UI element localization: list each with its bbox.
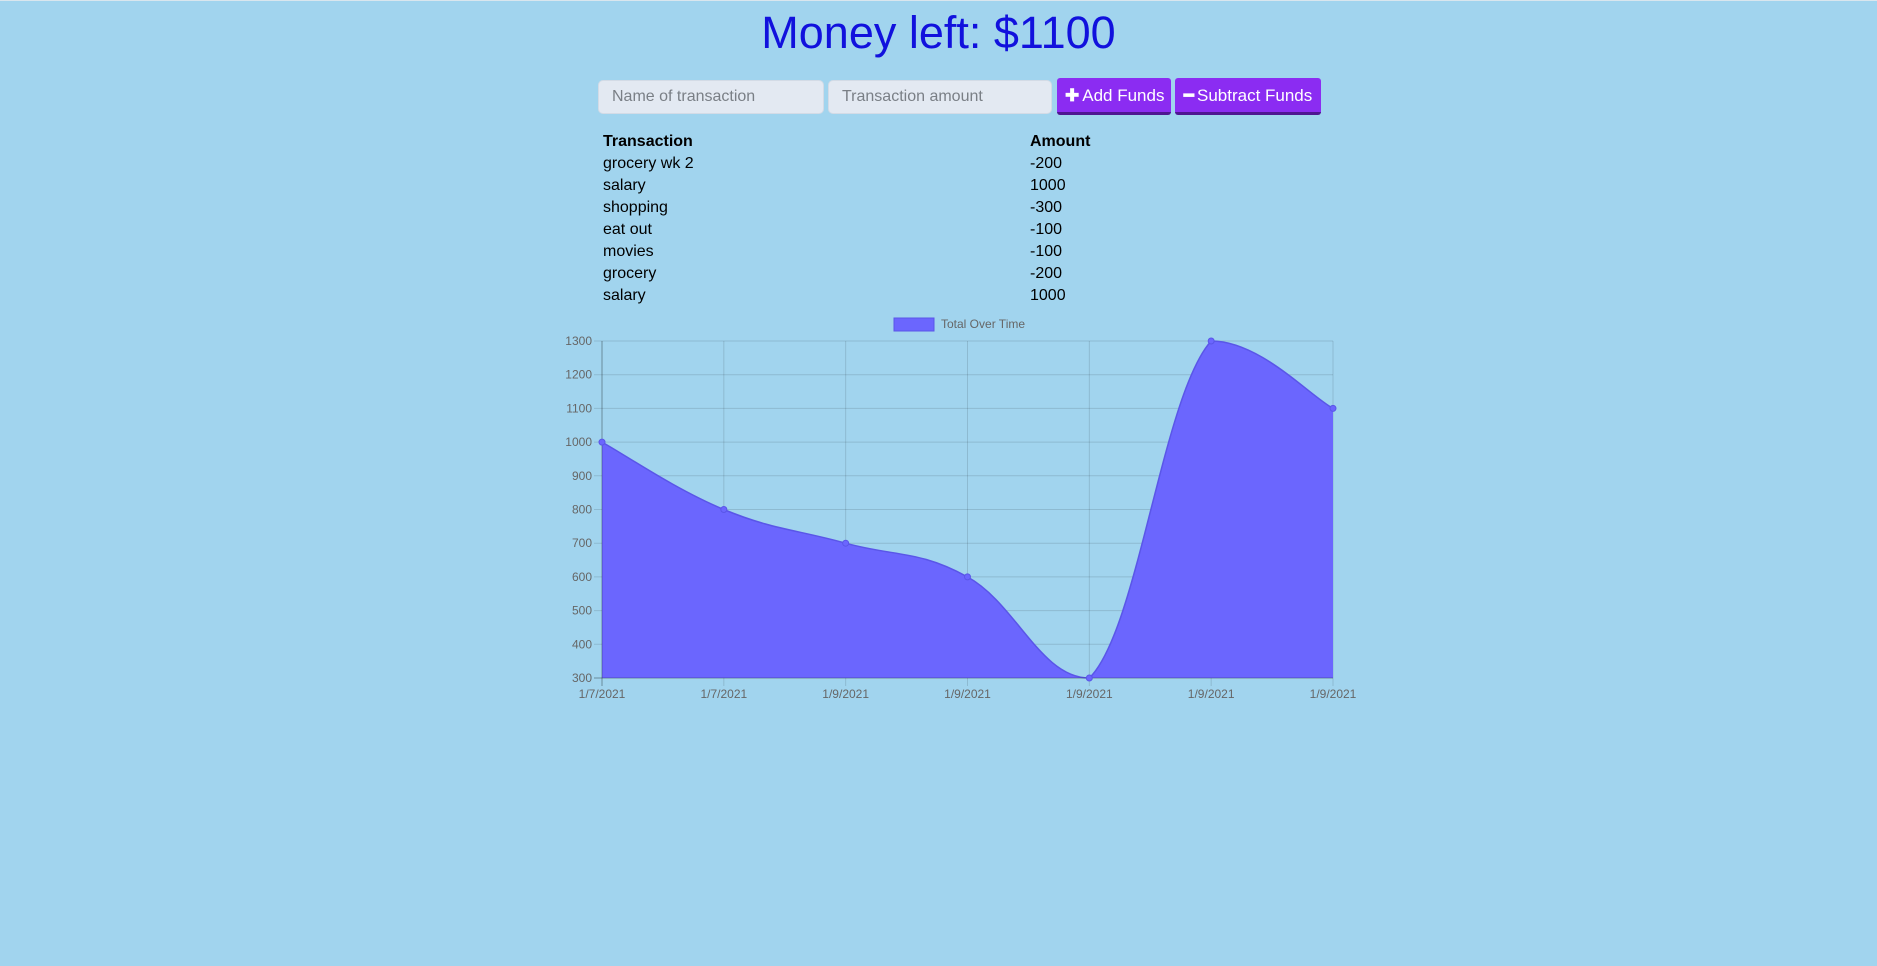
y-tick-label: 1000 — [565, 435, 592, 449]
data-point — [1085, 674, 1093, 682]
y-tick-label: 600 — [572, 570, 592, 584]
legend-swatch — [893, 317, 935, 332]
data-point — [1207, 337, 1215, 345]
x-tick-label: 1/9/2021 — [1066, 687, 1113, 701]
y-tick-label: 700 — [572, 536, 592, 550]
data-point — [842, 539, 850, 547]
y-tick-label: 800 — [572, 503, 592, 517]
y-tick-label: 500 — [572, 604, 592, 618]
x-tick-label: 1/9/2021 — [944, 687, 991, 701]
data-point — [720, 506, 728, 513]
y-tick-label: 1200 — [565, 368, 592, 382]
x-tick-label: 1/9/2021 — [1188, 687, 1235, 701]
data-point — [1329, 404, 1337, 412]
y-tick-label: 1300 — [565, 334, 592, 348]
y-tick-label: 900 — [572, 469, 592, 483]
y-tick-label: 1100 — [566, 401, 592, 415]
y-tick-label: 400 — [572, 637, 592, 651]
total-over-time-chart: 300 400 500 600 700 800 900 1000 1100 1200 1300 1/7… — [565, 317, 1357, 701]
x-tick-label: 1/7/2021 — [579, 687, 626, 701]
x-tick-label: 1/7/2021 — [700, 687, 747, 701]
data-point — [964, 573, 971, 581]
data-point — [598, 438, 606, 446]
x-tick-label: 1/9/2021 — [1310, 687, 1357, 701]
y-tick-label: 300 — [572, 671, 592, 685]
legend-label: Total Over Time — [941, 317, 1025, 331]
x-tick-label: 1/9/2021 — [822, 687, 869, 701]
